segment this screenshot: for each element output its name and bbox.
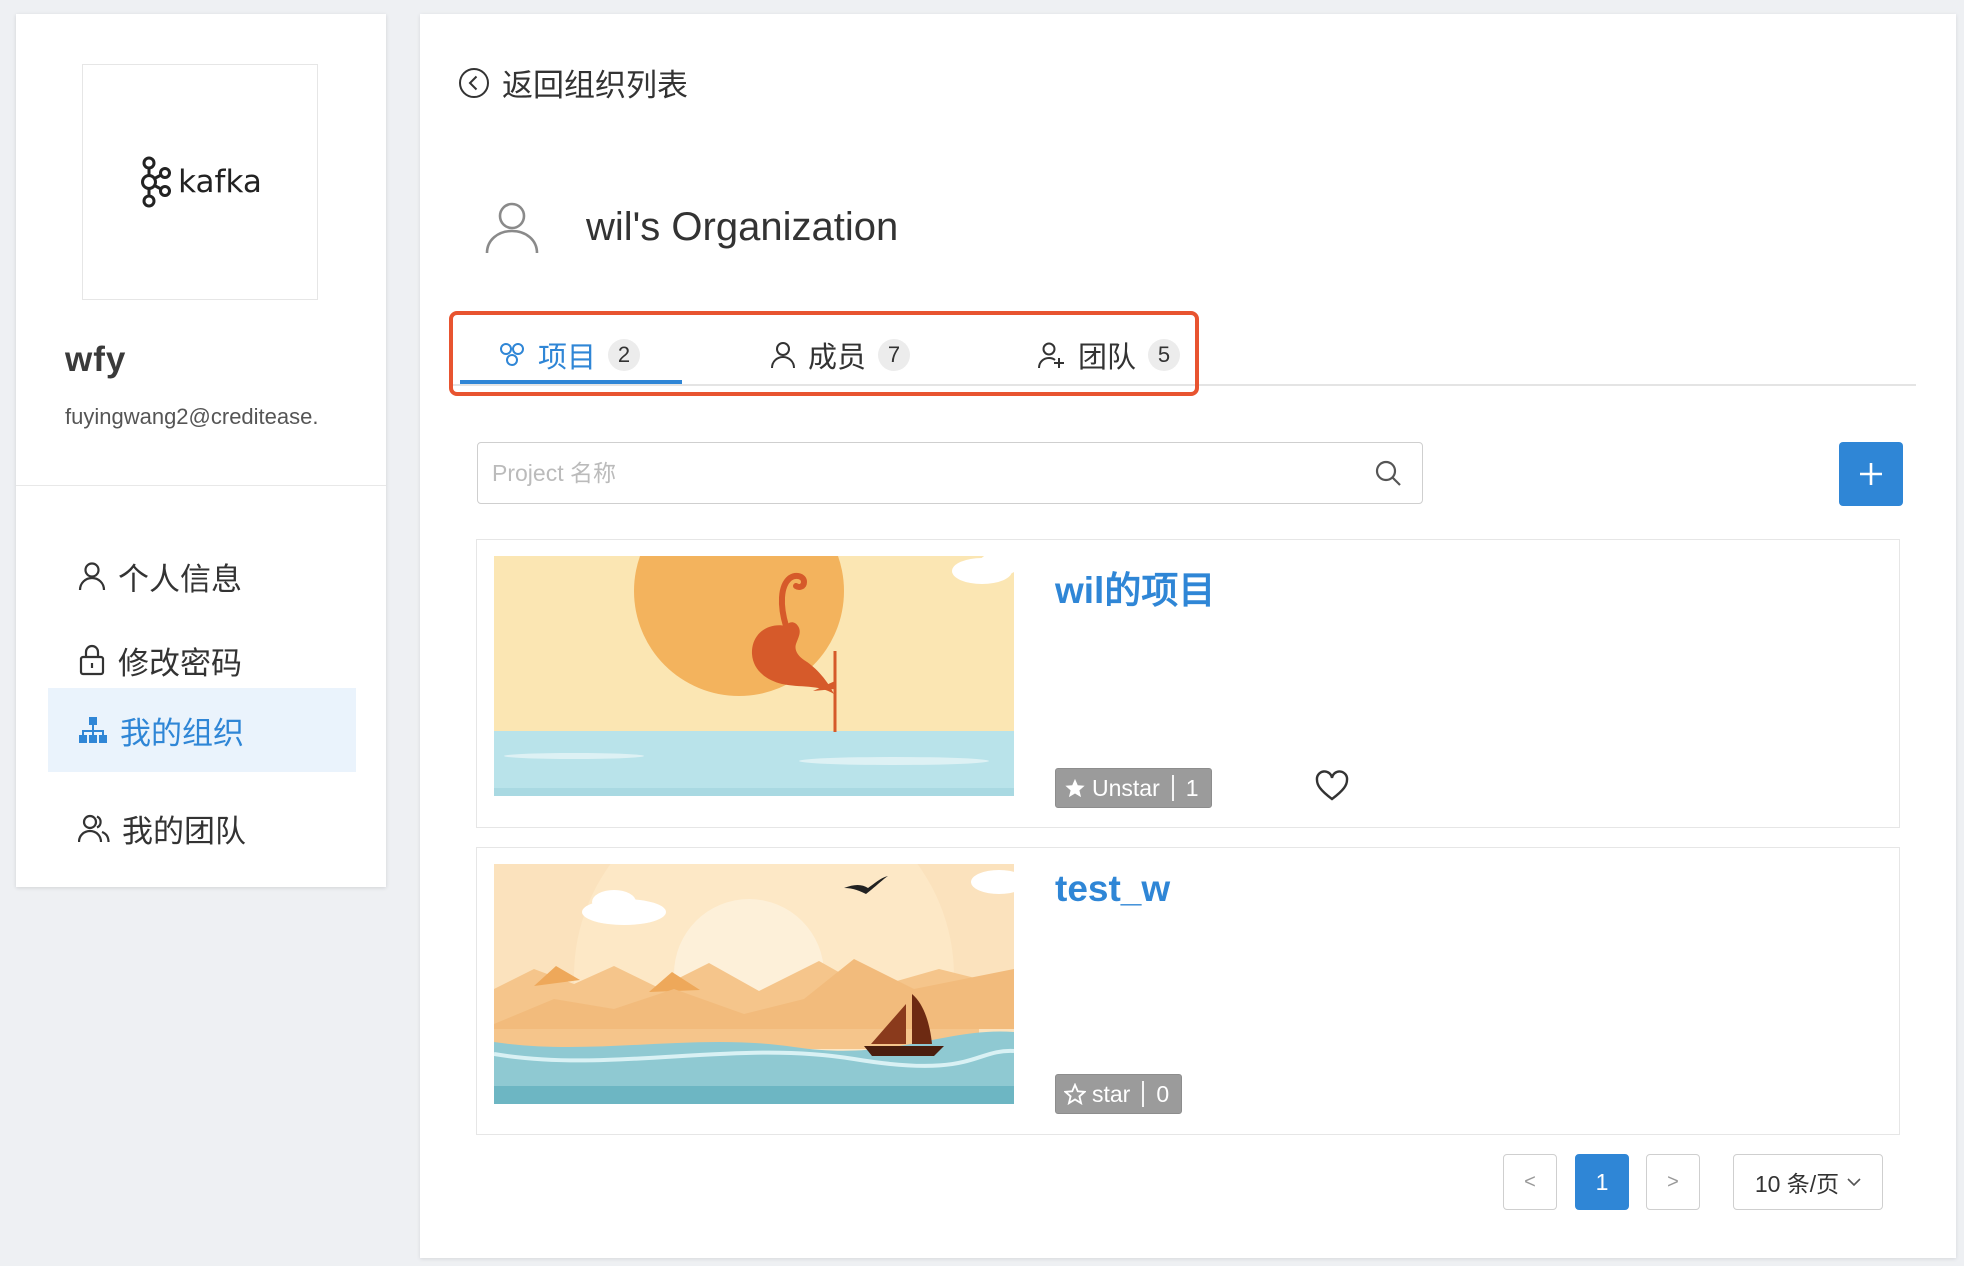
back-link-label: 返回组织列表	[502, 68, 688, 103]
prev-page-button[interactable]: <	[1503, 1154, 1557, 1210]
search-icon[interactable]	[1374, 457, 1406, 489]
logo-text: kafka	[178, 164, 262, 200]
project-title-link[interactable]: wil的项目	[1055, 560, 1215, 614]
star-count: 0	[1156, 1080, 1170, 1107]
sidebar-item-my-team[interactable]: 我的团队	[48, 786, 356, 870]
star-button-label: star	[1092, 1080, 1131, 1107]
back-circle-icon	[459, 67, 489, 98]
sidebar-item-label: 我的团队	[122, 813, 246, 849]
unstar-button[interactable]: Unstar 1	[1055, 768, 1212, 808]
profile-panel: kafka wfy fuyingwang2@creditease. 个人信息 修…	[16, 14, 386, 887]
sidebar-item-label: 我的组织	[120, 715, 244, 751]
tabs-highlight-box	[449, 311, 1199, 396]
project-card: wil的项目 Unstar 1	[476, 539, 1900, 828]
sailboat-illustration	[494, 864, 1014, 1104]
user-icon	[78, 562, 106, 591]
sidebar-item-my-organization[interactable]: 我的组织	[48, 688, 356, 772]
star-separator	[1171, 775, 1174, 801]
avatar: kafka	[82, 64, 318, 300]
sidebar-item-profile-info[interactable]: 个人信息	[48, 534, 356, 618]
project-thumbnail[interactable]	[494, 556, 1014, 796]
search-input[interactable]	[478, 442, 1374, 504]
next-page-button[interactable]: >	[1646, 1154, 1700, 1210]
sidebar-item-label: 修改密码	[118, 645, 242, 681]
star-separator	[1142, 1081, 1145, 1107]
divider	[16, 485, 386, 486]
page-size-label: 10 条/页	[1754, 1171, 1840, 1197]
star-label-group: Unstar	[1056, 775, 1172, 802]
page-1-button[interactable]: 1	[1575, 1154, 1629, 1210]
star-button-label: Unstar	[1092, 774, 1160, 801]
user-name: wfy	[65, 340, 127, 379]
org-header: wil's Organization	[484, 200, 898, 254]
project-card: test_w star 0	[476, 847, 1900, 1135]
org-name: wil's Organization	[586, 204, 899, 249]
user-email: fuyingwang2@creditease.	[65, 404, 319, 429]
flamingo-illustration	[494, 556, 1014, 796]
star-button[interactable]: star 0	[1055, 1074, 1183, 1114]
lock-icon	[79, 644, 105, 676]
heart-icon[interactable]	[1315, 770, 1349, 802]
org-chart-icon	[79, 717, 107, 743]
organization-panel: 返回组织列表 wil's Organization 项目 2 成员 7 团队 5	[420, 14, 1956, 1258]
star-label-group: star	[1056, 1081, 1142, 1108]
plus-icon	[1860, 463, 1882, 485]
back-to-org-list-link[interactable]: 返回组织列表	[458, 60, 688, 105]
project-thumbnail[interactable]	[494, 864, 1014, 1104]
add-project-button[interactable]	[1839, 442, 1903, 506]
project-title-link[interactable]: test_w	[1055, 868, 1170, 910]
kafka-logo: kafka	[138, 156, 262, 208]
page-size-select[interactable]: 10 条/页	[1733, 1154, 1883, 1210]
star-outline-icon	[1064, 1083, 1086, 1105]
org-avatar-icon	[485, 202, 539, 254]
star-filled-icon	[1065, 778, 1085, 798]
star-count: 1	[1185, 774, 1199, 801]
sidebar-item-label: 个人信息	[118, 561, 242, 597]
kafka-logo-icon	[141, 156, 172, 208]
chevron-down-icon	[1847, 1178, 1861, 1187]
team-icon	[78, 814, 110, 843]
project-search[interactable]	[477, 442, 1423, 504]
